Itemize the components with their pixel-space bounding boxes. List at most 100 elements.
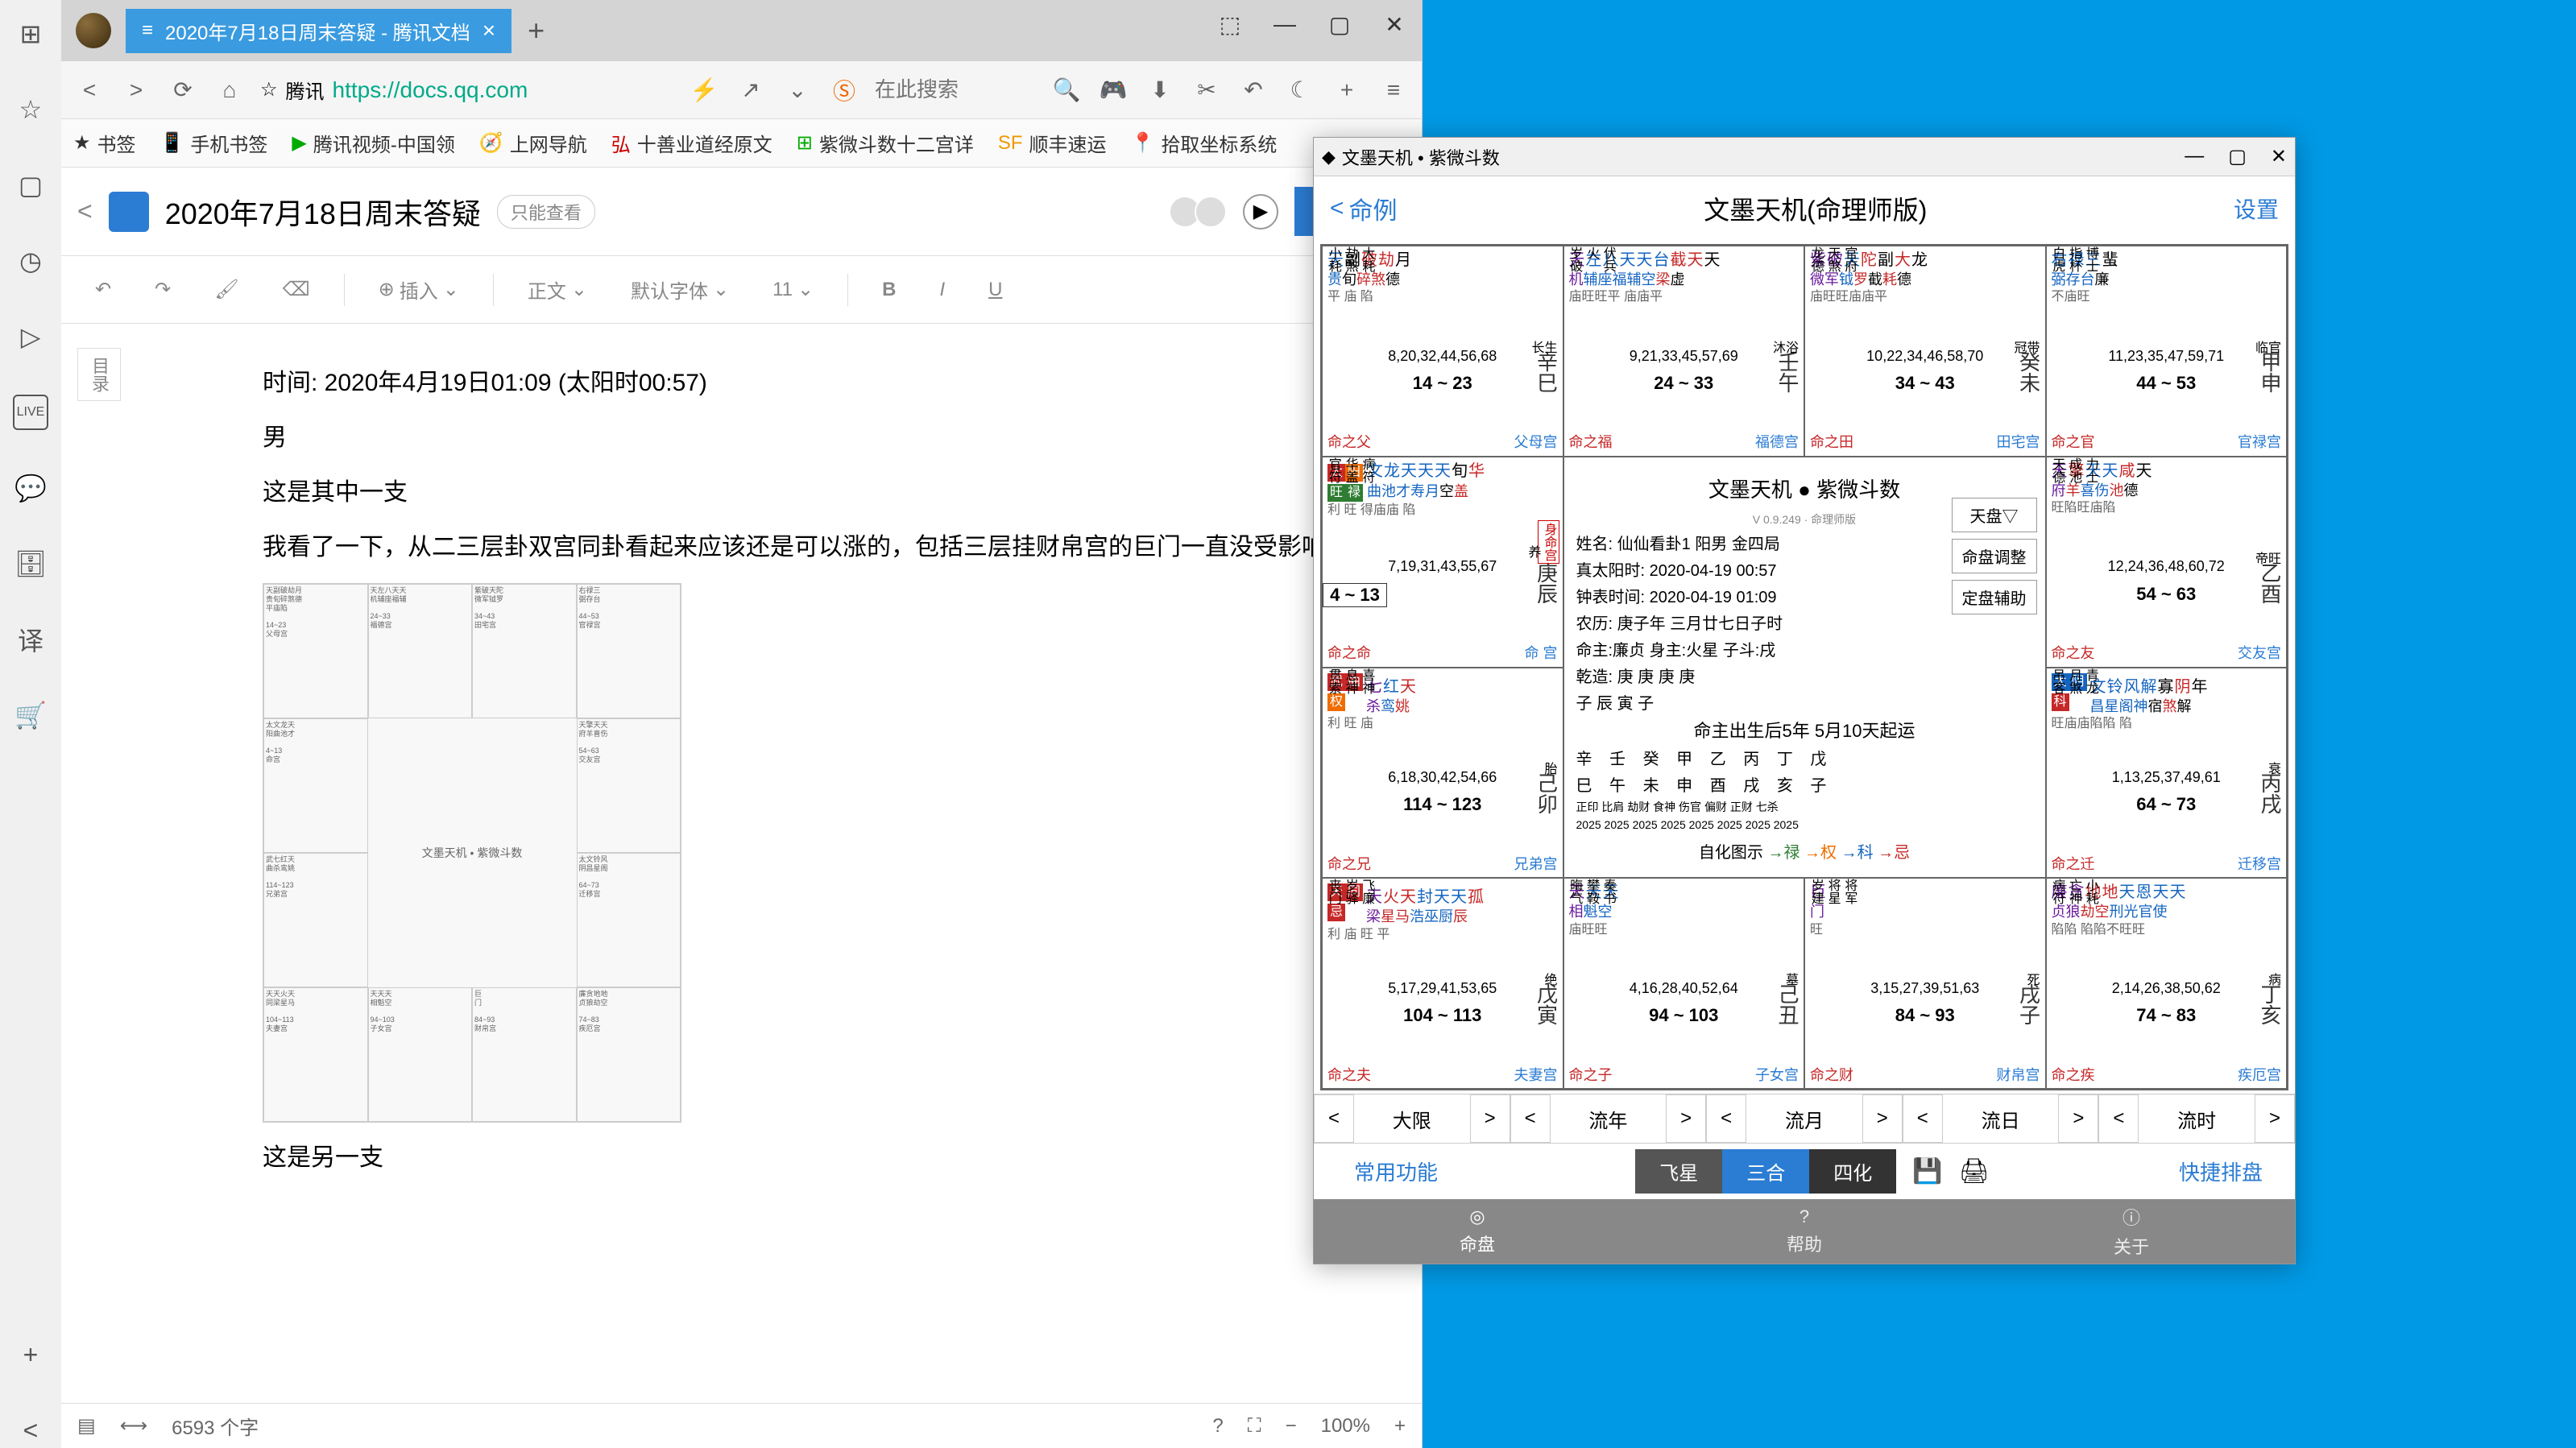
redo-button[interactable]: ↷ xyxy=(145,273,180,306)
nav-prev[interactable]: < xyxy=(1314,1094,1354,1143)
bookmark-item[interactable]: ⊞ 紫微斗数十二宫详 xyxy=(797,129,974,157)
nav-liushi[interactable]: 流时 xyxy=(2139,1105,2255,1133)
nav-prev[interactable]: < xyxy=(1510,1094,1551,1143)
close-button[interactable]: ✕ xyxy=(2271,145,2287,168)
nav-liuri[interactable]: 流日 xyxy=(1943,1105,2059,1133)
sidebar-bag-icon[interactable]: 🗄 xyxy=(13,546,48,581)
sidebar-collapse-icon[interactable]: < xyxy=(13,1413,48,1448)
tianpan-button[interactable]: 天盘▽ xyxy=(1952,498,2037,532)
nav-liuyue[interactable]: 流月 xyxy=(1746,1105,1862,1133)
palace-wu[interactable]: 天左八天天台截天天 机辅座福辅空梁虚 庙旺旺平 庙庙平 伏兵火岁破 9,21,3… xyxy=(1563,246,1805,457)
palace-you[interactable]: 天擎天天咸天 府羊喜伤池德 旺陷旺庙陷 力士成池天德 12,24,36,48,6… xyxy=(2046,457,2288,668)
sidebar-chat-icon[interactable]: 💬 xyxy=(13,470,48,506)
palace-hai[interactable]: 廉贪地地天恩天天 贞狼劫空刑光官使 陷陷 陷陷不旺旺 小耗亡神病符 2,14,2… xyxy=(2046,878,2288,1089)
font-select[interactable]: 默认字体 ⌄ xyxy=(621,271,739,308)
sidebar-home-icon[interactable]: ⊞ xyxy=(13,16,48,52)
nav-prev[interactable]: < xyxy=(1706,1094,1746,1143)
menu-icon[interactable]: ≡ xyxy=(1377,77,1410,103)
sidebar-book-icon[interactable]: ▢ xyxy=(13,168,48,203)
nav-prev[interactable]: < xyxy=(1903,1094,1943,1143)
nav-next[interactable]: > xyxy=(1666,1094,1706,1143)
adjust-button[interactable]: 命盘调整 xyxy=(1952,539,2037,573)
document-content[interactable]: 时间: 2020年4月19日01:09 (太阳时00:57) 男 这是其中一支 … xyxy=(263,364,1373,1177)
zoom-out-button[interactable]: − xyxy=(1286,1415,1297,1438)
nav-next[interactable]: > xyxy=(1470,1094,1510,1143)
minimize-button[interactable]: — xyxy=(1257,0,1312,48)
nav-next[interactable]: > xyxy=(1862,1094,1903,1143)
bold-button[interactable]: B xyxy=(872,274,905,306)
nav-forward-icon[interactable]: > xyxy=(120,77,152,103)
view-mode-icon[interactable]: ▤ xyxy=(77,1414,96,1438)
palace-mao[interactable]: 武曲 权 七红天 杀鸾姚 利 旺 庙 喜神息神贯索 6,18,30,42,54,… xyxy=(1322,668,1563,879)
back-button[interactable]: < 命例 xyxy=(1330,191,1398,226)
star-icon[interactable]: ☆ xyxy=(260,78,278,101)
tab-about[interactable]: ⓘ关于 xyxy=(1968,1199,2295,1264)
dropdown-icon[interactable]: ⌄ xyxy=(781,77,814,103)
assist-button[interactable]: 定盘辅助 xyxy=(1952,580,2037,614)
darkmode-icon[interactable]: ☾ xyxy=(1284,77,1316,103)
sidebar-star-icon[interactable]: ☆ xyxy=(13,92,48,127)
common-functions-button[interactable]: 常用功能 xyxy=(1322,1156,1470,1186)
minimize-button[interactable]: — xyxy=(2185,145,2204,168)
flash-icon[interactable]: ⚡ xyxy=(688,77,720,103)
popup-icon[interactable]: ↗ xyxy=(735,77,767,103)
clear-format-icon[interactable]: ⌫ xyxy=(273,273,320,306)
game-icon[interactable]: 🎮 xyxy=(1097,77,1129,103)
sidebar-translate-icon[interactable]: 译 xyxy=(13,622,48,657)
bookmark-item[interactable]: 🧭 上网导航 xyxy=(479,129,587,157)
extension-icon[interactable]: ⬚ xyxy=(1203,0,1257,48)
new-tab-button[interactable]: + xyxy=(511,14,561,48)
outline-label[interactable]: 目录 xyxy=(77,348,121,401)
address-bar[interactable]: ☆ 腾讯 https://docs.qq.com xyxy=(260,76,673,104)
maximize-button[interactable]: ▢ xyxy=(2228,145,2247,168)
tab-close-icon[interactable]: × xyxy=(482,18,495,43)
sidebar-video-icon[interactable]: ▷ xyxy=(13,319,48,354)
nav-reload-icon[interactable]: ⟳ xyxy=(167,77,199,103)
tab-mingpan[interactable]: ◎命盘 xyxy=(1314,1199,1641,1264)
plus-icon[interactable]: + xyxy=(1331,77,1363,103)
undo-button[interactable]: ↶ xyxy=(85,273,121,306)
browser-tab[interactable]: ≡ 2020年7月18日周末答疑 - 腾讯文档 × xyxy=(126,9,511,53)
feixing-button[interactable]: 飞星 xyxy=(1635,1149,1722,1194)
settings-button[interactable]: 设置 xyxy=(2234,192,2279,225)
palace-shen[interactable]: 右禄三蜚 弼存台廉 不庙旺 博士指杯白虎 11,23,35,47,59,71 4… xyxy=(2046,246,2288,457)
nav-liunian[interactable]: 流年 xyxy=(1551,1105,1667,1133)
italic-button[interactable]: I xyxy=(930,274,955,306)
sogou-icon[interactable]: Ⓢ xyxy=(828,74,860,106)
insert-menu[interactable]: ⊕ 插入 ⌄ xyxy=(369,271,469,308)
help-icon[interactable]: ? xyxy=(1212,1415,1223,1438)
undo-icon[interactable]: ↶ xyxy=(1237,77,1269,103)
bookmark-item[interactable]: 📱 手机书签 xyxy=(160,129,268,157)
download-icon[interactable]: ⬇ xyxy=(1144,77,1176,103)
fullscreen-icon[interactable]: ⛶ xyxy=(1248,1415,1261,1438)
tab-help[interactable]: ?帮助 xyxy=(1641,1199,1968,1264)
nav-daxian[interactable]: 大限 xyxy=(1354,1105,1470,1133)
doc-back-icon[interactable]: < xyxy=(77,197,93,226)
sidebar-add-icon[interactable]: + xyxy=(13,1337,48,1372)
maximize-button[interactable]: ▢ xyxy=(1312,0,1367,48)
quick-chart-button[interactable]: 快捷排盘 xyxy=(2155,1156,2287,1186)
nav-back-icon[interactable]: < xyxy=(73,77,106,103)
save-icon[interactable]: 💾 xyxy=(1912,1157,1942,1185)
sihua-button[interactable]: 四化 xyxy=(1809,1149,1896,1194)
nav-home-icon[interactable]: ⌂ xyxy=(213,77,246,103)
bookmark-item[interactable]: 📍 拾取坐标系统 xyxy=(1131,129,1278,157)
search-input[interactable] xyxy=(875,77,1036,102)
underline-button[interactable]: U xyxy=(979,274,1012,306)
palace-yin[interactable]: 天同 忌 天火天封天天孤 梁星马浩巫厨辰 利 庙 旺 平 飞廉岁驿丧门 5,17… xyxy=(1322,878,1563,1089)
bookmark-item[interactable]: ▶ 腾讯视频-中国领 xyxy=(292,129,454,157)
zoom-in-button[interactable]: + xyxy=(1394,1415,1406,1438)
play-button[interactable]: ▶ xyxy=(1243,194,1278,230)
format-paint-icon[interactable]: 🖌 xyxy=(205,273,248,306)
nav-next[interactable]: > xyxy=(2058,1094,2098,1143)
print-icon[interactable]: 🖨 xyxy=(1959,1157,1990,1185)
close-button[interactable]: ✕ xyxy=(1367,0,1422,48)
sidebar-cart-icon[interactable]: 🛒 xyxy=(13,697,48,733)
sidebar-live-icon[interactable]: LIVE xyxy=(13,395,48,430)
sanhe-button[interactable]: 三合 xyxy=(1722,1149,1809,1194)
palace-chen[interactable]: 太阳 文龙天天天旬华 旺禄 曲池才寿月空盖 利 旺 得庙庙 陷 病符华盖官符 7… xyxy=(1322,457,1563,668)
bookmark-bar-icon[interactable]: ★ 书签 xyxy=(73,129,136,157)
bookmark-item[interactable]: 弘 十善业道经原文 xyxy=(611,129,772,157)
nav-next[interactable]: > xyxy=(2255,1094,2295,1143)
scissors-icon[interactable]: ✂ xyxy=(1191,77,1223,103)
